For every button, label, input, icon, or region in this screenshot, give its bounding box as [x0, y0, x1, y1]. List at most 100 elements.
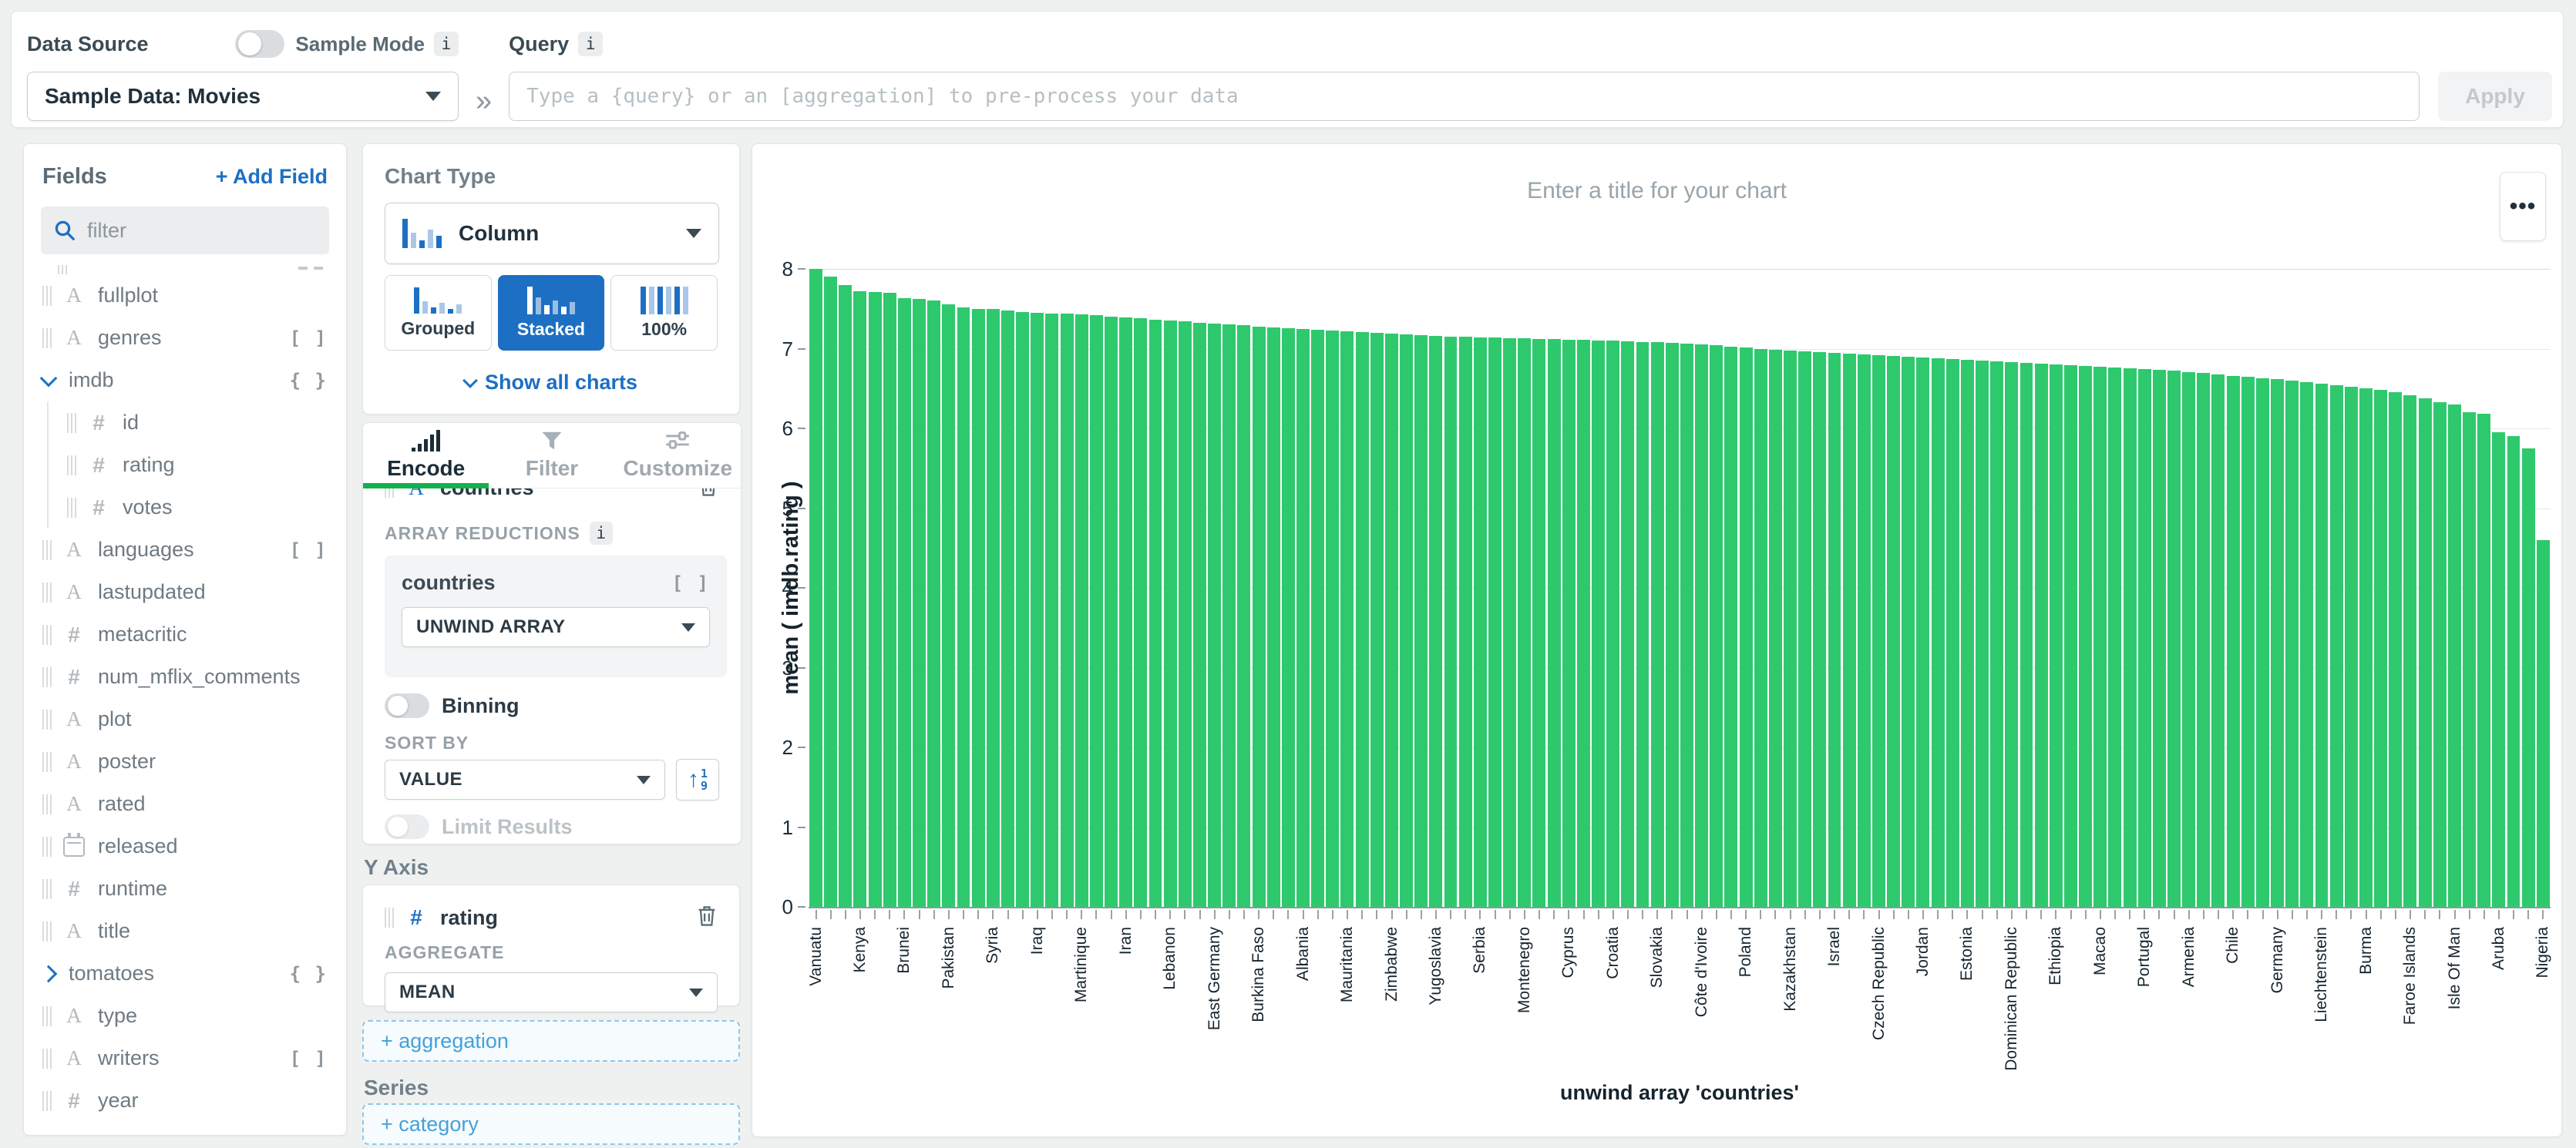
field-row-runtime[interactable]: # runtime — [24, 868, 346, 910]
bar-108[interactable] — [2403, 394, 2417, 907]
add-aggregation-button[interactable]: + aggregation — [362, 1020, 740, 1062]
bar-37[interactable] — [1355, 331, 1369, 907]
field-row-num_mflix_comments[interactable]: # num_mflix_comments — [24, 656, 346, 698]
bar-25[interactable] — [1178, 321, 1192, 907]
bar-14[interactable] — [1016, 311, 1030, 907]
binning-toggle[interactable] — [385, 693, 429, 718]
bar-54[interactable] — [1606, 341, 1620, 907]
query-info-icon[interactable]: i — [578, 32, 604, 56]
bar-1[interactable] — [824, 277, 838, 907]
bar-31[interactable] — [1266, 327, 1280, 907]
bar-67[interactable] — [1798, 351, 1812, 907]
field-row-metacritic[interactable]: # metacritic — [24, 613, 346, 656]
bar-53[interactable] — [1592, 341, 1606, 907]
bar-43[interactable] — [1444, 336, 1458, 907]
bar-93[interactable] — [2182, 371, 2196, 907]
bar-111[interactable] — [2447, 404, 2461, 907]
bar-15[interactable] — [1031, 312, 1044, 907]
bar-6[interactable] — [897, 298, 911, 907]
bar-51[interactable] — [1562, 340, 1576, 907]
add-category-button[interactable]: + category — [362, 1103, 740, 1145]
variant-button-stacked[interactable]: Stacked — [497, 275, 605, 351]
chevron-right-icon[interactable] — [39, 965, 58, 982]
bar-8[interactable] — [927, 300, 941, 907]
bar-105[interactable] — [2359, 388, 2373, 907]
bar-32[interactable] — [1281, 327, 1295, 907]
bar-101[interactable] — [2300, 381, 2314, 907]
chart-type-select[interactable]: Column — [385, 203, 719, 264]
bar-13[interactable] — [1000, 310, 1014, 907]
bar-42[interactable] — [1429, 335, 1443, 907]
bar-22[interactable] — [1134, 318, 1148, 907]
bar-76[interactable] — [1931, 357, 1945, 907]
bar-82[interactable] — [2019, 363, 2033, 907]
bar-62[interactable] — [1724, 347, 1738, 907]
bar-39[interactable] — [1384, 333, 1398, 907]
chevron-down-icon[interactable] — [39, 369, 58, 387]
bar-69[interactable] — [1828, 352, 1841, 907]
field-row-poster[interactable]: Aposter — [24, 740, 346, 783]
bar-98[interactable] — [2255, 378, 2269, 907]
bar-71[interactable] — [1857, 354, 1871, 907]
tab-encode[interactable]: Encode — [363, 423, 489, 488]
bar-90[interactable] — [2137, 369, 2151, 907]
field-row-year[interactable]: # year — [24, 1079, 346, 1122]
field-row-rating[interactable]: # rating — [24, 444, 346, 486]
show-all-charts-link[interactable]: Show all charts — [385, 371, 718, 394]
bar-103[interactable] — [2329, 385, 2343, 907]
bar-29[interactable] — [1237, 325, 1251, 907]
aggregate-select[interactable]: MEAN — [385, 972, 718, 1012]
field-filter-box[interactable] — [41, 206, 329, 254]
bar-35[interactable] — [1326, 330, 1340, 907]
bar-33[interactable] — [1296, 328, 1310, 907]
bar-49[interactable] — [1532, 339, 1546, 907]
bar-2[interactable] — [839, 284, 853, 907]
bar-26[interactable] — [1192, 323, 1206, 907]
bar-66[interactable] — [1784, 350, 1797, 907]
bar-89[interactable] — [2123, 368, 2137, 907]
bar-86[interactable] — [2079, 366, 2093, 907]
bar-102[interactable] — [2315, 384, 2329, 907]
bar-56[interactable] — [1636, 342, 1650, 907]
bar-100[interactable] — [2285, 380, 2299, 907]
bar-74[interactable] — [1902, 356, 1915, 907]
field-row-imdb[interactable]: imdb { } — [24, 359, 346, 401]
bar-17[interactable] — [1060, 313, 1074, 907]
bar-7[interactable] — [913, 299, 926, 907]
bar-113[interactable] — [2477, 414, 2491, 907]
bar-30[interactable] — [1252, 326, 1266, 907]
field-row-writers[interactable]: Awriters [ ] — [24, 1037, 346, 1079]
bar-72[interactable] — [1871, 354, 1885, 907]
field-row-fullplot[interactable]: Afullplot — [24, 274, 346, 317]
bar-0[interactable] — [809, 269, 822, 907]
bar-45[interactable] — [1473, 337, 1487, 907]
sort-by-select[interactable]: VALUE — [385, 760, 665, 800]
bar-36[interactable] — [1340, 331, 1354, 907]
bar-48[interactable] — [1518, 338, 1532, 907]
bar-20[interactable] — [1105, 317, 1118, 907]
unwind-array-select[interactable]: UNWIND ARRAY — [402, 607, 710, 647]
bar-80[interactable] — [1990, 361, 2004, 907]
bar-59[interactable] — [1680, 344, 1693, 907]
bar-73[interactable] — [1887, 355, 1901, 907]
bar-92[interactable] — [2167, 371, 2181, 907]
bar-61[interactable] — [1710, 345, 1723, 907]
bar-107[interactable] — [2389, 392, 2403, 907]
tab-filter[interactable]: Filter — [489, 423, 614, 488]
bar-87[interactable] — [2093, 367, 2107, 907]
bar-109[interactable] — [2418, 398, 2432, 907]
bar-77[interactable] — [1945, 358, 1959, 907]
query-input[interactable] — [509, 72, 2420, 121]
bar-64[interactable] — [1754, 348, 1767, 907]
bar-11[interactable] — [971, 308, 985, 907]
bar-63[interactable] — [1739, 347, 1753, 907]
bar-5[interactable] — [883, 293, 896, 907]
trash-icon[interactable] — [696, 905, 718, 931]
bar-114[interactable] — [2492, 432, 2506, 907]
bar-106[interactable] — [2374, 390, 2388, 907]
field-filter-input[interactable] — [86, 217, 317, 243]
bar-81[interactable] — [2005, 362, 2019, 907]
bar-41[interactable] — [1414, 334, 1428, 907]
bar-85[interactable] — [2063, 365, 2077, 907]
bar-84[interactable] — [2049, 364, 2063, 907]
